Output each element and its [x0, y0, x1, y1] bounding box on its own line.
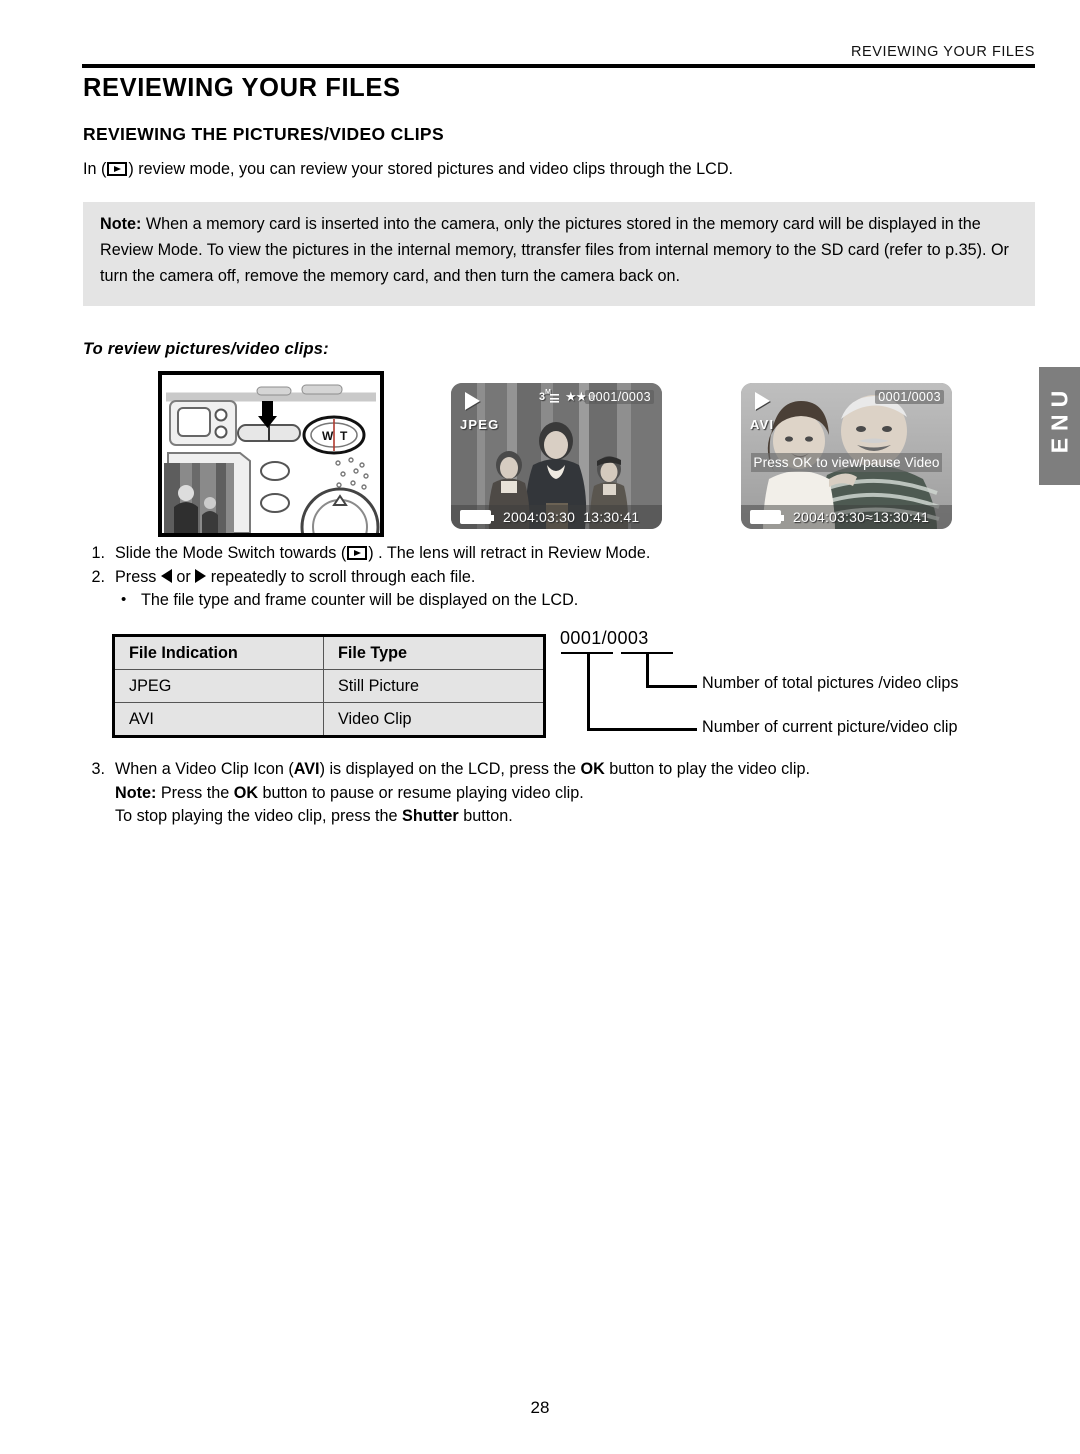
- step3-bold-avi: AVI: [293, 760, 320, 778]
- play-icon: [347, 546, 368, 560]
- step-text-before: Slide the Mode Switch towards (: [115, 544, 347, 562]
- step3-part1: When a Video Clip Icon (: [115, 760, 294, 778]
- step-number: 2.: [91, 567, 105, 586]
- lcd-datetime-separator: ≈: [865, 509, 873, 525]
- step-item: 1. Slide the Mode Switch towards ( ) . The…: [79, 542, 1009, 566]
- resolution-grid-icon: [550, 394, 559, 403]
- section-heading: REVIEWING THE PICTURES/VIDEO CLIPS: [83, 124, 444, 144]
- step-number: 1.: [91, 544, 105, 562]
- battery-full-icon: [750, 510, 784, 524]
- arrow-right-icon: [195, 568, 207, 583]
- step-text-after: ) . The lens will retract in Review Mode…: [368, 544, 651, 562]
- table-header-row: File Indication File Type: [113, 635, 545, 670]
- note-label: Note:: [100, 215, 142, 233]
- figure-lcd-still-picture: JPEG 3M ★★★ 0001/0003 2004:03:30 13:30:4…: [451, 383, 662, 529]
- play-icon: [465, 392, 480, 410]
- file-format-indicator: AVI: [750, 417, 775, 432]
- callout-leader-horizontal-total: [646, 685, 697, 688]
- note-body: When a memory card is inserted into the …: [100, 215, 1009, 285]
- step-three-block: 3. When a Video Clip Icon (AVI) is displa…: [79, 758, 1019, 829]
- figure-lcd-video-clip: AVI 0001/0003 Press OK to view/pause Vid…: [741, 383, 952, 529]
- file-format-indicator: JPEG: [460, 417, 500, 432]
- table-row: AVI Video Clip: [113, 702, 545, 737]
- bullet-marker: •: [121, 591, 127, 608]
- step3-note-line: Note: Press the OK button to pause or re…: [79, 782, 1019, 806]
- arrow-left-icon: [160, 568, 172, 583]
- play-icon: [755, 392, 770, 410]
- document-page: REVIEWING YOUR FILES REVIEWING YOUR FILE…: [0, 0, 1080, 1454]
- frame-counter: 0001/0003: [585, 390, 654, 404]
- header-rule: [82, 64, 1035, 68]
- step-number: 3.: [91, 760, 105, 778]
- step3-stop-part1: To stop playing the video clip, press th…: [115, 807, 403, 825]
- intro-paragraph: In ( ) review mode, you can review your s…: [83, 159, 983, 179]
- note-text: Note: When a memory card is inserted int…: [100, 211, 1020, 289]
- callout-leader-vertical-total: [646, 652, 649, 688]
- language-tab-enu: ENU: [1039, 367, 1080, 485]
- svg-text:T: T: [340, 429, 348, 443]
- step-item: 2. Press or repeatedly to scroll through …: [79, 566, 1009, 590]
- lcd-time: 13:30:41: [872, 509, 930, 525]
- lcd-datetime: 2004:03:30≈13:30:41: [793, 509, 929, 525]
- step3-note-part1: Press the: [156, 783, 234, 802]
- table-cell: Still Picture: [323, 669, 545, 703]
- frame-counter-callout-diagram: 0001/0003 Number of total pictures /vide…: [560, 628, 1030, 748]
- step3-part2: ) is displayed on the LCD, press the: [319, 760, 581, 778]
- note-callout-box: Note: When a memory card is inserted int…: [83, 202, 1035, 306]
- lcd-date: 2004:03:30: [793, 509, 866, 525]
- step3-stop-part2: button.: [458, 807, 513, 825]
- table-row: JPEG Still Picture: [113, 669, 545, 703]
- table-header-cell: File Type: [323, 635, 545, 670]
- step-item: 3. When a Video Clip Icon (AVI) is displa…: [79, 758, 1019, 782]
- step3-bold-ok: OK: [580, 760, 605, 778]
- frame-counter: 0001/0003: [875, 390, 944, 404]
- file-indication-table: File Indication File Type JPEG Still Pic…: [112, 634, 546, 738]
- step3-note-bold-ok: OK: [233, 783, 259, 802]
- callout-leader-vertical-current: [587, 652, 590, 731]
- page-title: REVIEWING YOUR FILES: [83, 74, 401, 102]
- step-text-before: Press: [115, 567, 161, 586]
- running-header: REVIEWING YOUR FILES: [851, 44, 1035, 60]
- table-header-cell: File Indication: [113, 635, 324, 670]
- callout-label-total: Number of total pictures /video clips: [702, 674, 959, 692]
- intro-text-before: In (: [83, 160, 107, 178]
- lcd-date: 2004:03:30: [503, 509, 576, 525]
- intro-text-after: ) review mode, you can review your store…: [128, 160, 734, 178]
- step3-stop-bold-shutter: Shutter: [402, 807, 459, 825]
- table-cell: JPEG: [113, 669, 324, 703]
- camera-illustration-svg: W T: [162, 375, 380, 533]
- step-bullet-item: • The file type and frame counter will be…: [79, 589, 1009, 613]
- figure-camera-mode-switch: W T: [158, 371, 384, 537]
- procedure-step-list: 1. Slide the Mode Switch towards ( ) . The…: [79, 542, 1009, 613]
- callout-label-current: Number of current picture/video clip: [702, 718, 958, 736]
- lcd-overlay-message: Press OK to view/pause Video: [751, 453, 942, 472]
- table-cell: AVI: [113, 702, 324, 737]
- step3-note-label: Note:: [115, 783, 157, 802]
- step-text-after: repeatedly to scroll through each file.: [206, 567, 476, 586]
- language-tab-label: ENU: [1046, 383, 1073, 454]
- page-number: 28: [530, 1398, 550, 1417]
- step-text-between: or: [171, 567, 196, 586]
- step3-note-part2: button to pause or resume playing video …: [258, 783, 584, 802]
- svg-text:W: W: [322, 429, 334, 443]
- callout-counter-value: 0001/0003: [560, 628, 649, 648]
- step3-part3: button to play the video clip.: [604, 760, 810, 778]
- battery-full-icon: [460, 510, 494, 524]
- lcd-time: 13:30:41: [583, 509, 640, 525]
- callout-leader-horizontal-current: [587, 728, 697, 731]
- play-icon: [107, 162, 128, 176]
- step3-stop-line: To stop playing the video clip, press th…: [79, 805, 1019, 829]
- step-bullet-text: The file type and frame counter will be …: [141, 591, 579, 609]
- procedure-heading: To review pictures/video clips:: [83, 340, 329, 358]
- lcd-datetime: 2004:03:30 13:30:41: [503, 509, 639, 525]
- table-cell: Video Clip: [323, 702, 545, 737]
